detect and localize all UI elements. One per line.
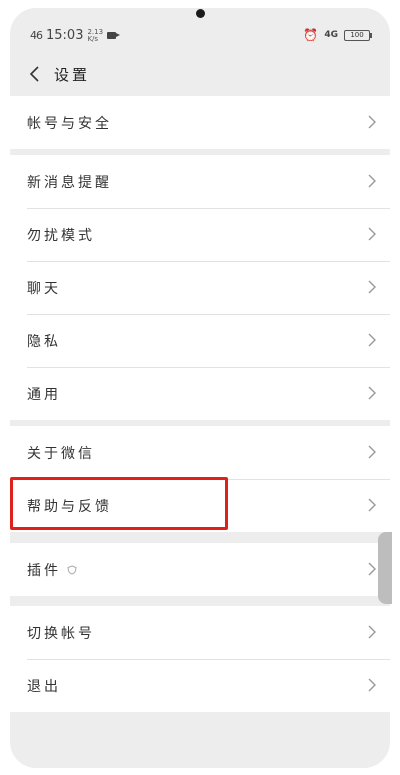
chevron-right-icon <box>368 333 376 347</box>
title-bar: 设置 <box>10 52 390 96</box>
row-label: 插件 <box>27 562 61 579</box>
row-general[interactable]: 通用 <box>10 367 390 420</box>
row-label: 帮助与反馈 <box>27 498 112 515</box>
settings-group-account: 帐号与安全 <box>10 96 390 149</box>
alarm-icon: ⏰ <box>303 28 319 42</box>
page-title: 设置 <box>54 65 91 84</box>
signal-icon: 46 <box>30 29 43 42</box>
settings-group-plugins: 插件 <box>10 543 390 596</box>
chevron-right-icon <box>368 227 376 241</box>
row-label: 勿扰模式 <box>27 227 95 244</box>
front-camera <box>196 9 205 18</box>
battery-icon: 100 <box>344 29 372 41</box>
status-left: 46 15:03 2.13 K/s <box>30 28 121 43</box>
row-chat[interactable]: 聊天 <box>10 261 390 314</box>
chevron-right-icon <box>368 386 376 400</box>
row-label: 切换帐号 <box>27 625 95 642</box>
status-time: 15:03 <box>46 28 84 43</box>
row-label: 退出 <box>27 678 61 695</box>
row-label: 新消息提醒 <box>27 174 112 191</box>
network-speed-unit: K/s <box>87 34 99 43</box>
row-do-not-disturb[interactable]: 勿扰模式 <box>10 208 390 261</box>
settings-group-about: 关于微信 帮助与反馈 <box>10 426 390 532</box>
chevron-right-icon <box>368 562 376 576</box>
chevron-right-icon <box>368 625 376 639</box>
chevron-right-icon <box>368 678 376 692</box>
shield-icon <box>67 564 77 575</box>
row-about-wechat[interactable]: 关于微信 <box>10 426 390 479</box>
chevron-right-icon <box>368 115 376 129</box>
row-label: 帐号与安全 <box>27 115 112 132</box>
settings-group-session: 切换帐号 退出 <box>10 606 390 712</box>
network-type: 4G <box>324 30 338 40</box>
chevron-right-icon <box>368 174 376 188</box>
row-help-feedback[interactable]: 帮助与反馈 <box>10 479 390 532</box>
network-speed: 2.13 K/s <box>87 28 103 43</box>
settings-group-general: 新消息提醒 勿扰模式 聊天 隐私 通用 <box>10 155 390 420</box>
row-label: 聊天 <box>27 280 61 297</box>
row-privacy[interactable]: 隐私 <box>10 314 390 367</box>
row-account-security[interactable]: 帐号与安全 <box>10 96 390 149</box>
row-log-out[interactable]: 退出 <box>10 659 390 712</box>
row-switch-account[interactable]: 切换帐号 <box>10 606 390 659</box>
chevron-right-icon <box>368 498 376 512</box>
row-label: 关于微信 <box>27 445 95 462</box>
row-new-message-alerts[interactable]: 新消息提醒 <box>10 155 390 208</box>
edge-gesture-handle[interactable] <box>378 532 392 604</box>
chevron-right-icon <box>368 280 376 294</box>
back-button[interactable] <box>20 59 50 89</box>
phone-screen: 46 15:03 2.13 K/s ⏰ 4G 100 设置 帐号与安全 新消息提… <box>10 8 390 768</box>
row-label: 隐私 <box>27 333 61 350</box>
chevron-left-icon <box>29 66 39 82</box>
status-right: ⏰ 4G 100 <box>303 28 372 42</box>
row-label: 通用 <box>27 386 61 403</box>
row-plugins[interactable]: 插件 <box>10 543 390 596</box>
video-camera-icon <box>107 32 121 39</box>
chevron-right-icon <box>368 445 376 459</box>
